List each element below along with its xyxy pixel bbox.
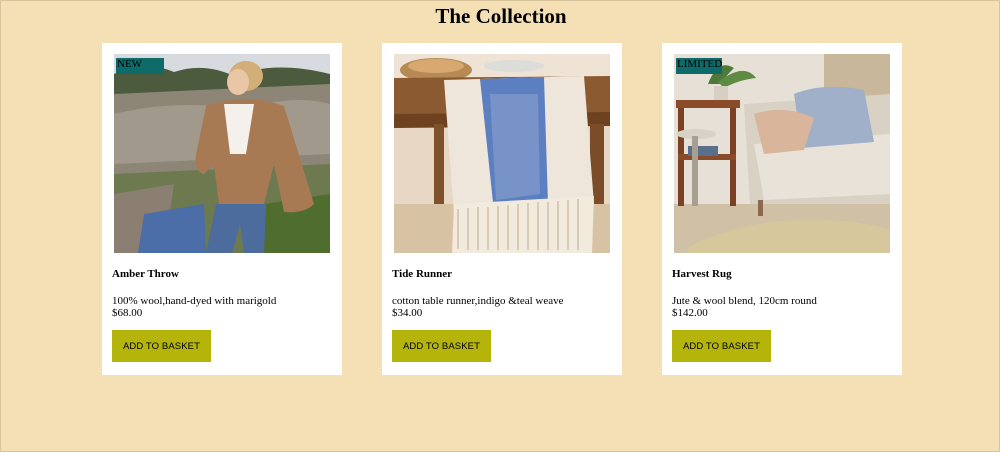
product-card-tide-runner: Tide Runner cotton table runner,indigo &…	[382, 43, 622, 375]
product-card-harvest-rug: LIMITED Harvest Rug Jute & wool blend, 1…	[662, 43, 902, 375]
product-description: cotton table runner,indigo &teal weave	[392, 295, 564, 307]
product-card-amber-throw: NEW Amber Throw 100% wool,hand-dyed with…	[102, 43, 342, 375]
product-description: 100% wool,hand-dyed with marigold	[112, 295, 277, 307]
add-to-basket-button[interactable]: ADD TO BASKET	[672, 330, 771, 362]
add-to-basket-button[interactable]: ADD TO BASKET	[112, 330, 211, 362]
table-runner-photo	[394, 54, 610, 253]
new-badge: NEW	[116, 58, 164, 74]
product-price: $34.00	[392, 307, 423, 319]
product-name: Amber Throw	[112, 268, 179, 280]
page-title: The Collection	[435, 4, 567, 28]
product-description: Jute & wool blend, 120cm round	[672, 295, 817, 307]
product-price: $68.00	[112, 307, 143, 319]
woman-in-shearling-jacket-photo	[114, 54, 330, 253]
limited-badge: LIMITED	[676, 58, 722, 74]
page: The Collection NEW Amber Throw 100% wool…	[0, 0, 1000, 452]
product-price: $142.00	[672, 307, 708, 319]
product-image[interactable]: LIMITED	[674, 54, 890, 253]
living-room-rug-photo	[674, 54, 890, 253]
product-image[interactable]: NEW	[114, 54, 330, 253]
product-image[interactable]	[394, 54, 610, 253]
product-name: Tide Runner	[392, 268, 453, 280]
add-to-basket-button[interactable]: ADD TO BASKET	[392, 330, 491, 362]
product-name: Harvest Rug	[672, 268, 732, 280]
